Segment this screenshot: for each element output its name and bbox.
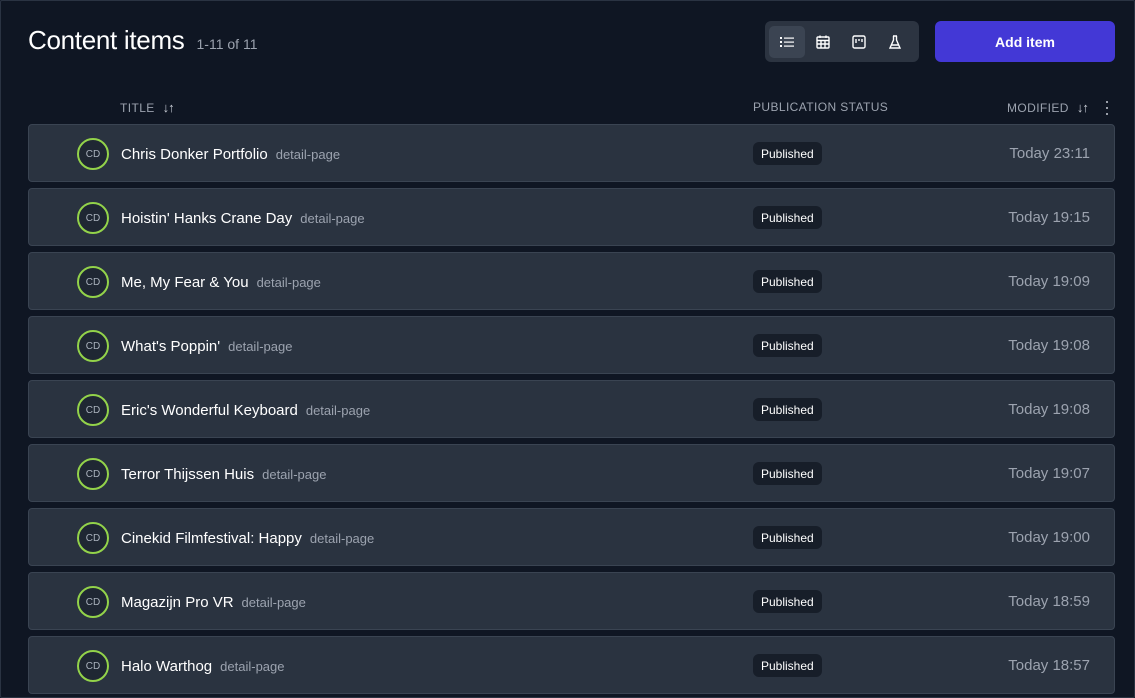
list-view-button[interactable] xyxy=(769,25,805,58)
title-column-label: Title xyxy=(120,100,155,115)
item-type: detail-page xyxy=(262,467,327,482)
modified-time: Today 18:57 xyxy=(1008,657,1090,674)
avatar: CD xyxy=(77,266,109,298)
list-item[interactable]: CD Terror Thijssen Huis detail-page Publi… xyxy=(28,444,1115,502)
status-badge: Published xyxy=(753,270,822,293)
avatar: CD xyxy=(77,330,109,362)
list-item[interactable]: CD Cinekid Filmfestival: Happy detail-pag… xyxy=(28,508,1115,566)
item-title: Me, My Fear & You xyxy=(121,274,249,291)
list-item[interactable]: CD Halo Warthog detail-page Published Tod… xyxy=(28,636,1115,694)
status-badge: Published xyxy=(753,654,822,677)
title-column-header[interactable]: Title ↓↑ xyxy=(120,100,175,115)
sort-arrows-icon[interactable]: ↓↑ xyxy=(163,100,175,115)
status-column-header[interactable]: Publication status xyxy=(753,100,888,114)
experiments-view-button[interactable] xyxy=(877,26,913,58)
item-type: detail-page xyxy=(305,403,371,418)
modified-column-label: Modified xyxy=(1007,100,1069,115)
status-badge: Published xyxy=(753,462,822,485)
list-item[interactable]: CD What's Poppin' detail-page Published T… xyxy=(28,316,1115,374)
status-badge: Published xyxy=(753,526,822,549)
board-view-button[interactable] xyxy=(841,26,877,58)
page-title: Content items xyxy=(28,25,185,55)
item-title: Magazijn Pro VR xyxy=(121,594,234,611)
avatar: CD xyxy=(77,458,109,490)
board-icon xyxy=(852,34,866,49)
avatar: CD xyxy=(77,138,109,170)
avatar: CD xyxy=(77,394,109,426)
item-type: detail-page xyxy=(256,275,321,290)
item-type: detail-page xyxy=(228,339,293,354)
avatar: CD xyxy=(77,202,109,234)
item-type: detail-page xyxy=(300,211,365,226)
column-options-icon[interactable] xyxy=(1102,101,1112,115)
modified-time: Today 18:59 xyxy=(1008,593,1090,610)
list-item[interactable]: CD Me, My Fear & You detail-page Publishe… xyxy=(28,252,1115,310)
modified-time: Today 23:11 xyxy=(1009,145,1090,162)
item-type: detail-page xyxy=(241,595,306,610)
flask-icon xyxy=(888,34,902,49)
item-type: detail-page xyxy=(275,147,341,162)
status-badge: Published xyxy=(753,334,822,357)
status-column-label: Publication status xyxy=(753,100,889,114)
modified-time: Today 19:08 xyxy=(1008,401,1090,418)
list-item[interactable]: CD Hoistin' Hanks Crane Day detail-page P… xyxy=(28,188,1115,246)
calendar-view-button[interactable] xyxy=(805,26,841,58)
status-badge: Published xyxy=(753,142,822,165)
item-count: 1-11 of 11 xyxy=(196,36,258,52)
item-type: detail-page xyxy=(309,531,375,546)
item-title: Chris Donker Portfolio xyxy=(121,146,268,163)
status-badge: Published xyxy=(753,398,822,421)
item-title: Eric's Wonderful Keyboard xyxy=(121,402,298,419)
page-header: Content items 1-11 of 11 xyxy=(28,25,258,65)
status-badge: Published xyxy=(753,206,822,229)
content-items-page: Content items 1-11 of 11 Add item TITLE … xyxy=(0,0,1135,698)
add-item-button[interactable]: Add item xyxy=(935,21,1115,62)
content-items-list: CD Chris Donker Portfolio detail-page Pub… xyxy=(28,124,1115,697)
modified-time: Today 19:00 xyxy=(1008,529,1090,546)
item-title: Halo Warthog xyxy=(121,658,213,675)
item-title: Cinekid Filmfestival: Happy xyxy=(121,530,302,547)
modified-time: Today 19:09 xyxy=(1008,273,1090,290)
modified-column-header[interactable]: Modified ↓↑ xyxy=(1007,100,1089,115)
avatar: CD xyxy=(77,522,109,554)
calendar-icon xyxy=(816,35,830,49)
list-item[interactable]: CD Chris Donker Portfolio detail-page Pub… xyxy=(28,124,1115,182)
view-switcher xyxy=(765,21,919,62)
modified-time: Today 19:15 xyxy=(1008,209,1090,226)
status-badge: Published xyxy=(753,590,822,613)
list-item[interactable]: CD Eric's Wonderful Keyboard detail-page … xyxy=(28,380,1115,438)
avatar: CD xyxy=(77,586,109,618)
list-icon xyxy=(780,36,794,47)
item-title: What's Poppin' xyxy=(121,338,221,355)
list-item[interactable]: CD Magazijn Pro VR detail-page Published … xyxy=(28,572,1115,630)
modified-time: Today 19:08 xyxy=(1008,337,1090,354)
item-title: Terror Thijssen Huis xyxy=(121,466,255,483)
item-type: detail-page xyxy=(220,659,285,674)
sort-arrows-icon[interactable]: ↓↑ xyxy=(1077,100,1089,115)
item-title: Hoistin' Hanks Crane Day xyxy=(121,210,293,227)
modified-time: Today 19:07 xyxy=(1008,465,1090,482)
avatar: CD xyxy=(77,650,109,682)
